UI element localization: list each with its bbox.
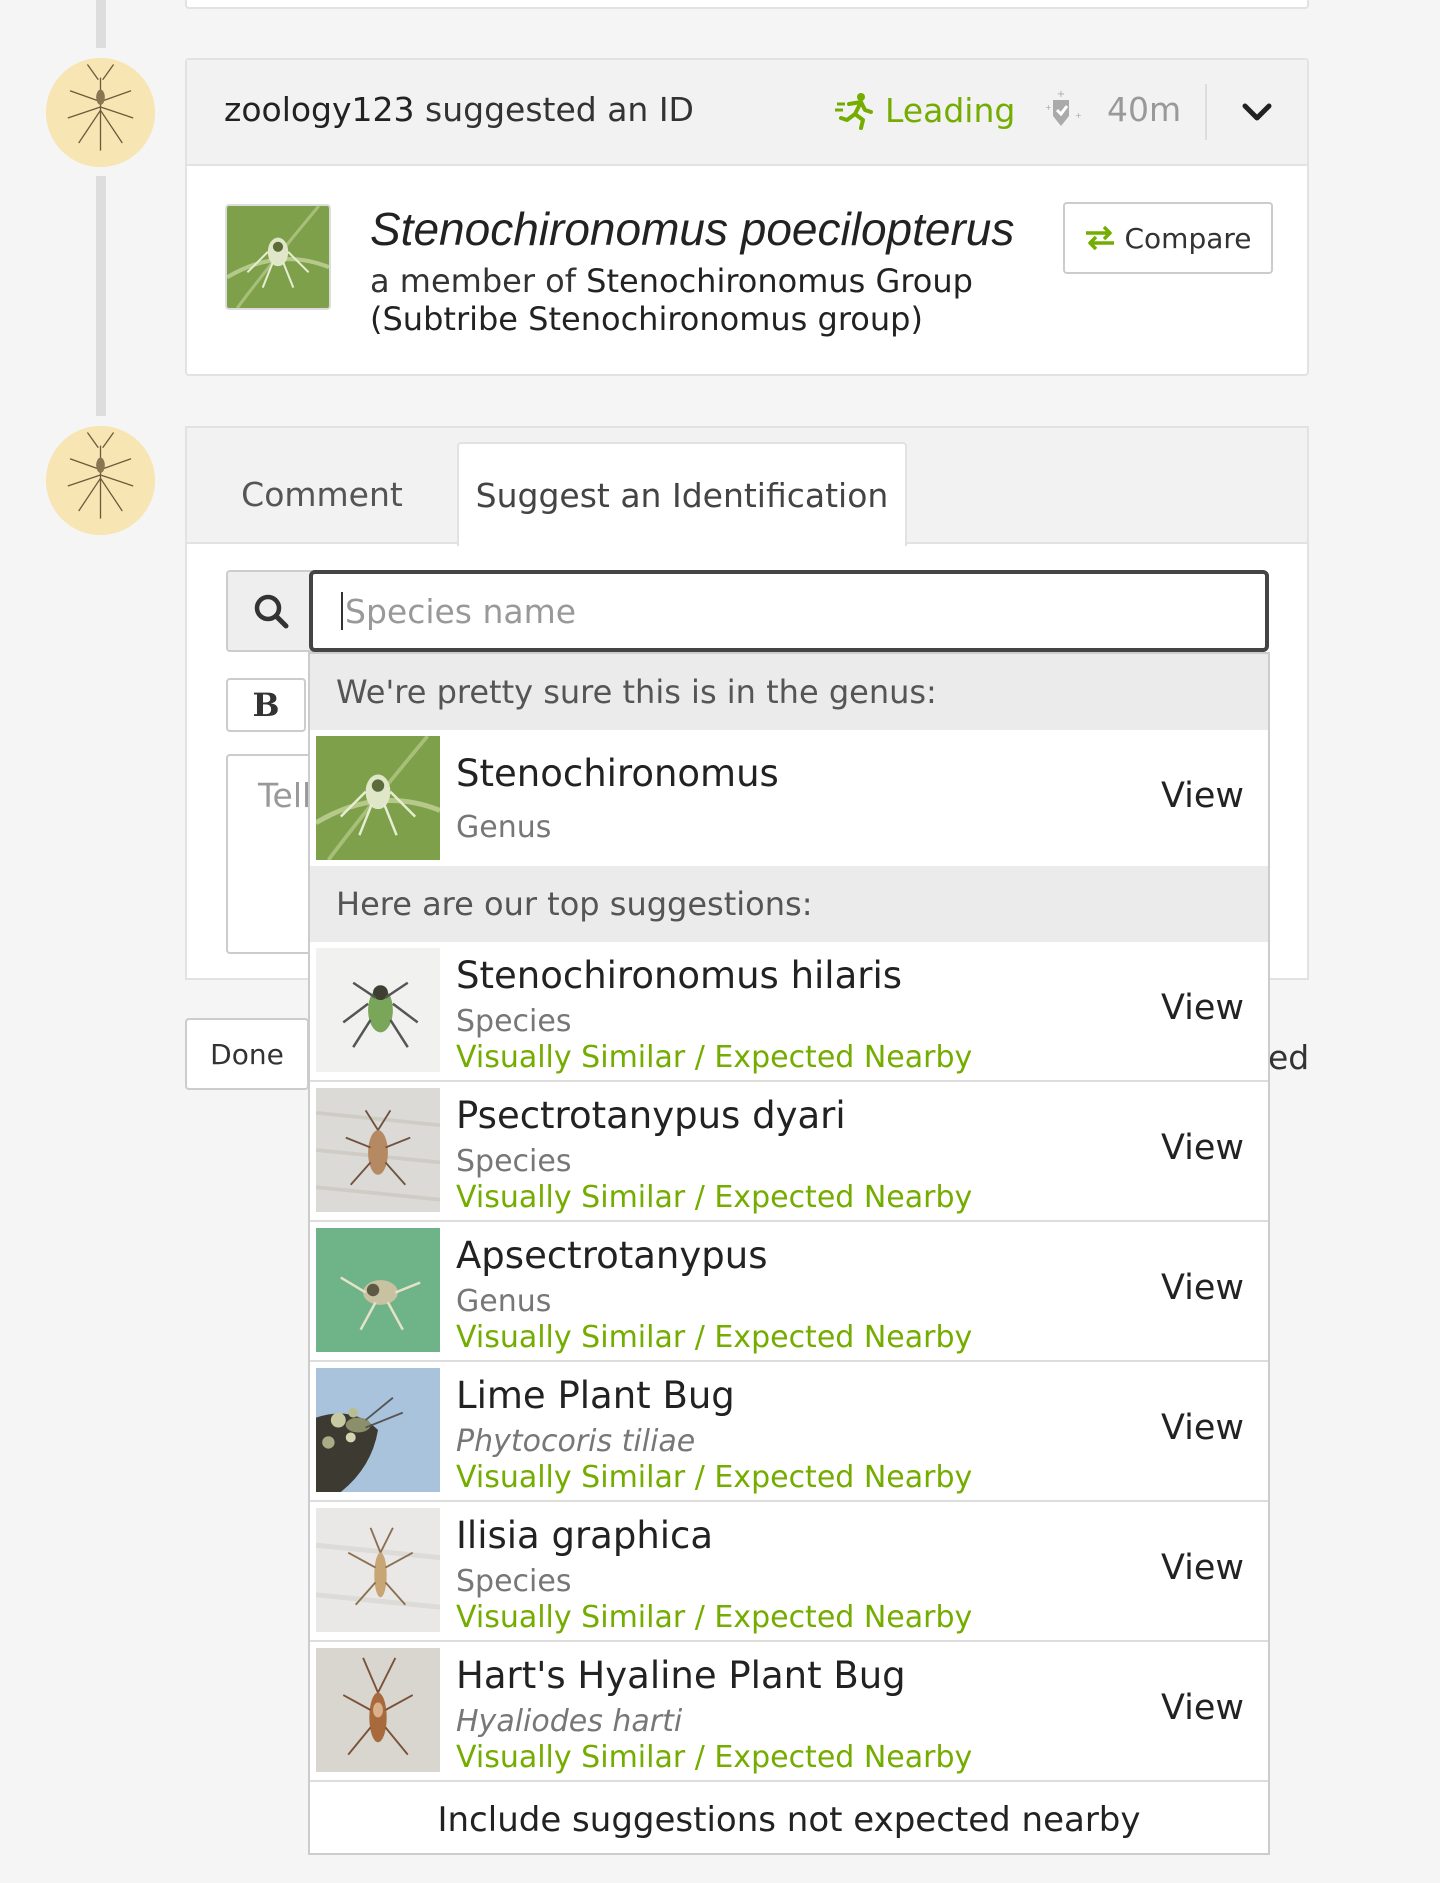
text-caret (341, 592, 343, 630)
suggestion-scientific-name: Phytocoris tiliae (456, 1424, 696, 1459)
action-text: suggested an ID (414, 90, 694, 129)
view-link[interactable]: View (1161, 1688, 1244, 1728)
compare-button[interactable]: Compare (1063, 202, 1273, 274)
suggestion-row[interactable]: Stenochironomus hilaris Species Visually… (310, 942, 1268, 1082)
suggestion-tag: Visually Similar / Expected Nearby (456, 1740, 973, 1775)
svg-text:+: + (1057, 89, 1065, 100)
suggestion-tag: Visually Similar / Expected Nearby (456, 1460, 973, 1495)
compare-label: Compare (1124, 221, 1252, 255)
timeline-line (96, 176, 106, 416)
current-user-avatar (46, 426, 155, 535)
member-prefix: a member of (370, 262, 587, 300)
search-placeholder: Species name (345, 591, 577, 631)
suggestion-rank: Species (456, 1144, 572, 1179)
tab-comment[interactable]: Comment (227, 442, 417, 546)
taxon-membership: a member of Stenochironomus Group (Subtr… (370, 262, 990, 338)
suggestion-tag: Visually Similar / Expected Nearby (456, 1320, 973, 1355)
suggestion-tag: Visually Similar / Expected Nearby (456, 1600, 973, 1635)
bold-button[interactable]: B (226, 678, 306, 732)
timeline-line (96, 0, 106, 48)
member-group-link[interactable]: Stenochironomus Group (586, 262, 973, 300)
suggestion-name: Lime Plant Bug (456, 1374, 735, 1417)
suggestion-rank: Species (456, 1564, 572, 1599)
suggestion-rank: Genus (456, 810, 552, 845)
identification-card: zoology123 suggested an ID Leading + + +… (185, 58, 1309, 376)
view-link[interactable]: View (1161, 776, 1244, 816)
top-suggestions-header: Here are our top suggestions: (310, 866, 1268, 942)
include-not-nearby-link[interactable]: Include suggestions not expected nearby (310, 1782, 1268, 1853)
suggestion-scientific-name: Hyaliodes harti (456, 1704, 683, 1739)
suggestion-name: Stenochironomus hilaris (456, 954, 903, 997)
suggestion-row[interactable]: Lime Plant Bug Phytocoris tiliae Visuall… (310, 1362, 1268, 1502)
suggestion-photo (316, 1228, 440, 1352)
username-link[interactable]: zoology123 (224, 90, 415, 129)
suggestion-name: Apsectrotanypus (456, 1234, 768, 1277)
taxon-suggestions-dropdown: We're pretty sure this is in the genus: … (308, 652, 1270, 1855)
svg-text:+: + (1075, 111, 1082, 120)
tab-suggest-identification[interactable]: Suggest an Identification (457, 442, 907, 546)
user-avatar[interactable] (46, 58, 155, 167)
taxon-name[interactable]: Stenochironomus poecilopterus (370, 202, 1014, 256)
identification-header: zoology123 suggested an ID Leading + + +… (187, 60, 1307, 166)
suggestion-row[interactable]: Ilisia graphica Species Visually Similar… (310, 1502, 1268, 1642)
leading-label: Leading (885, 90, 1016, 130)
suggestion-row[interactable]: Apsectrotanypus Genus Visually Similar /… (310, 1222, 1268, 1362)
svg-text:+: + (1045, 103, 1052, 112)
search-button[interactable] (226, 570, 316, 652)
search-icon (254, 594, 289, 629)
suggestion-name: Stenochironomus (456, 752, 779, 795)
suggestion-name: Psectrotanypus dyari (456, 1094, 846, 1137)
suggestion-name: Ilisia graphica (456, 1514, 714, 1557)
member-subtribe: (Subtribe Stenochironomus group) (370, 300, 923, 338)
running-icon (835, 93, 873, 130)
suggestion-row[interactable]: Psectrotanypus dyari Species Visually Si… (310, 1082, 1268, 1222)
header-divider (1205, 84, 1207, 140)
view-link[interactable]: View (1161, 1128, 1244, 1168)
view-link[interactable]: View (1161, 1548, 1244, 1588)
agree-icon[interactable]: + + + (1037, 86, 1085, 134)
chevron-down-icon[interactable] (1237, 92, 1277, 132)
suggestion-photo (316, 1648, 440, 1772)
done-button[interactable]: Done (185, 1018, 309, 1090)
genus-photo (316, 736, 440, 860)
identification-title: zoology123 suggested an ID (224, 90, 694, 129)
suggestion-name: Hart's Hyaline Plant Bug (456, 1654, 906, 1697)
swap-icon (1086, 225, 1115, 251)
partial-text: ed (1268, 1038, 1310, 1077)
view-link[interactable]: View (1161, 1408, 1244, 1448)
tab-bar: Comment Suggest an Identification (187, 428, 1307, 546)
suggestion-photo (316, 948, 440, 1072)
suggestion-rank: Species (456, 1004, 572, 1039)
view-link[interactable]: View (1161, 988, 1244, 1028)
suggestion-photo (316, 1508, 440, 1632)
suggestion-row[interactable]: Hart's Hyaline Plant Bug Hyaliodes harti… (310, 1642, 1268, 1782)
suggestion-photo (316, 1368, 440, 1492)
suggestion-photo (316, 1088, 440, 1212)
leading-status: Leading (835, 90, 1015, 130)
genus-suggestion-row[interactable]: Stenochironomus Genus View (310, 730, 1268, 866)
taxon-photo[interactable] (225, 204, 331, 310)
timestamp: 40m (1107, 90, 1182, 129)
remarks-textarea[interactable]: Tell (226, 754, 316, 954)
suggestion-tag: Visually Similar / Expected Nearby (456, 1040, 973, 1075)
suggestion-rank: Genus (456, 1284, 552, 1319)
genus-header: We're pretty sure this is in the genus: (310, 654, 1268, 730)
suggestion-tag: Visually Similar / Expected Nearby (456, 1180, 973, 1215)
species-search-input[interactable]: Species name (309, 570, 1269, 652)
view-link[interactable]: View (1161, 1268, 1244, 1308)
previous-card (185, 0, 1309, 9)
identification-body: Stenochironomus poecilopterus a member o… (187, 166, 1307, 376)
